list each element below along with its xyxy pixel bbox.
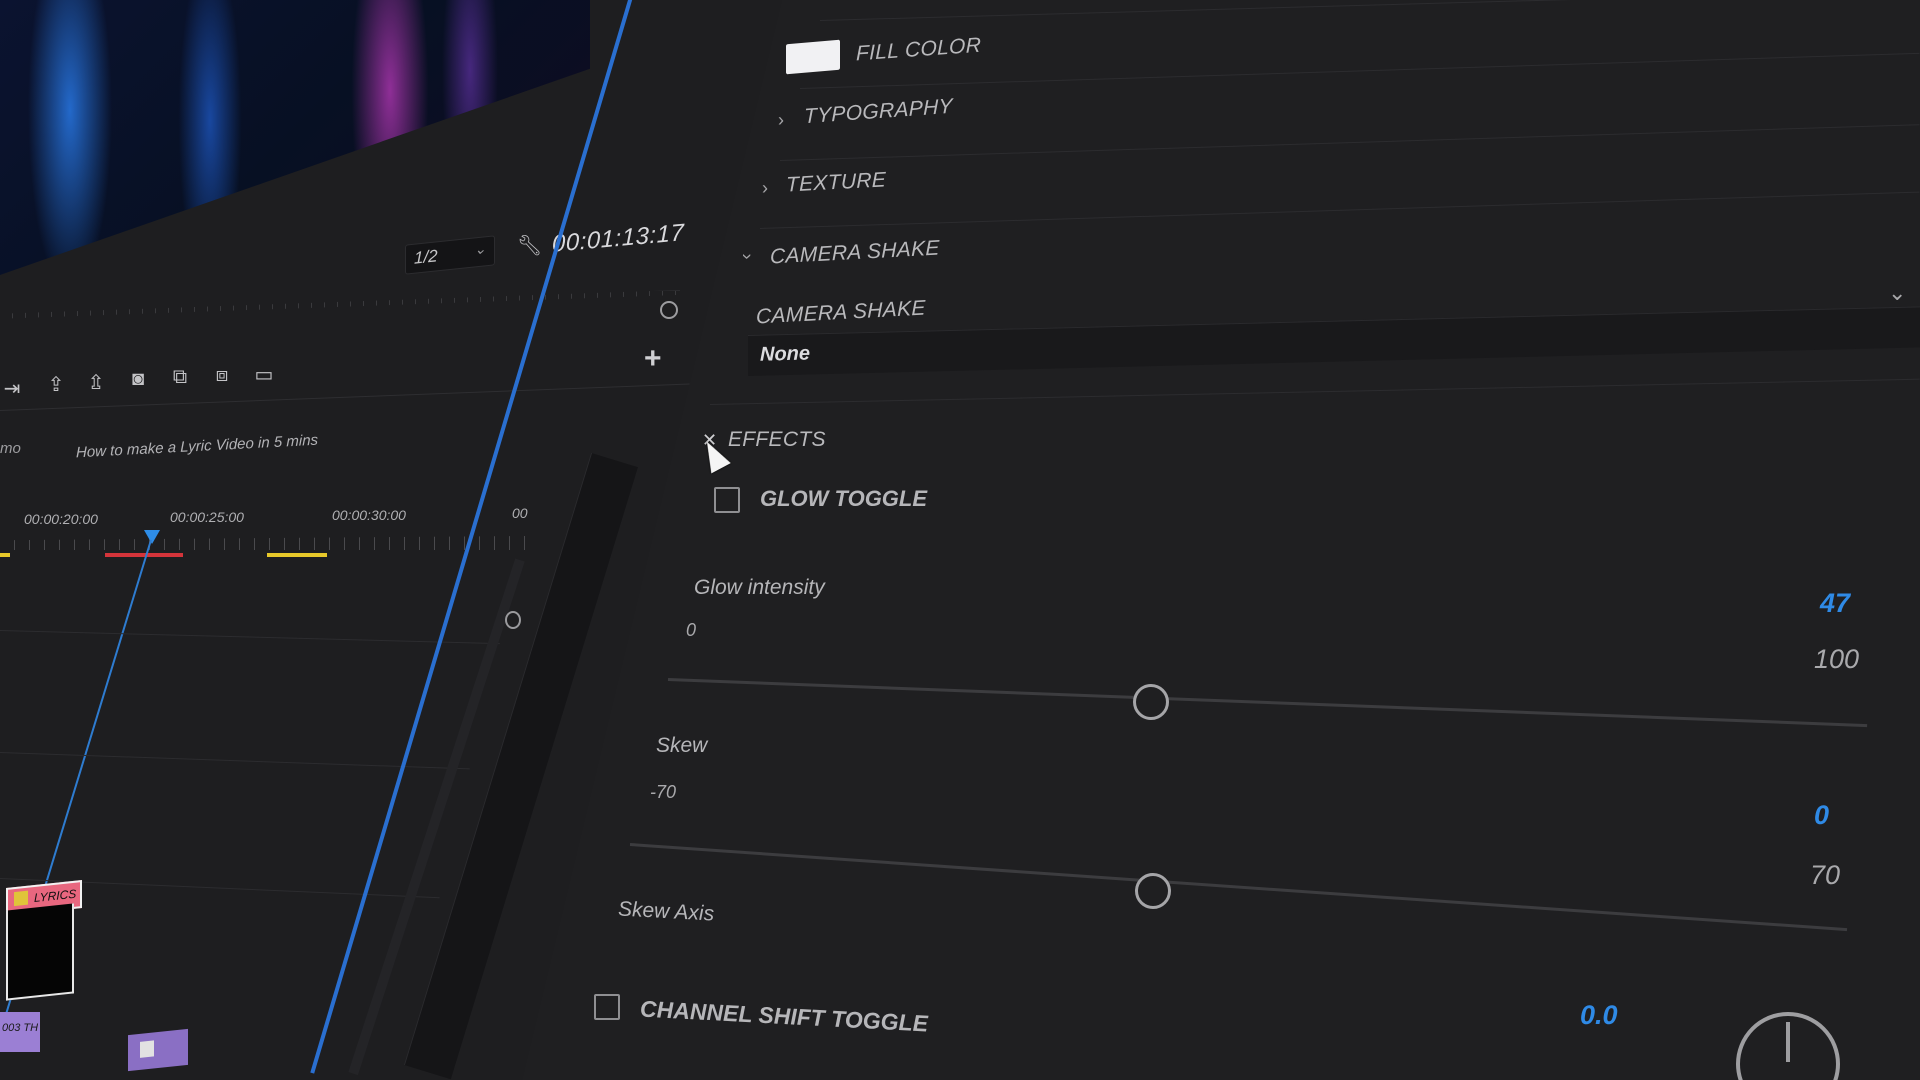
channel-shift-toggle-label: CHANNEL SHIFT TOGGLE: [640, 995, 928, 1037]
camera-shake-dropdown-label: CAMERA SHAKE: [756, 296, 926, 329]
skew-max: 70: [1810, 860, 1841, 890]
program-monitor-video: [0, 0, 590, 275]
glow-intensity-min: 0: [686, 620, 697, 640]
ruler-label: 00:00:20:00: [24, 511, 98, 527]
skew-slider-knob[interactable]: [1135, 873, 1171, 909]
monitor-transport-toolbar: ⇥ ⇪ ⇫ ◙ ⧉ ⧈ ▭: [0, 364, 300, 402]
fill-color-label: FILL COLOR: [856, 33, 982, 66]
clip-label: LYRICS: [34, 886, 77, 906]
scrollbar-handle[interactable]: [505, 611, 521, 629]
section-divider: [779, 124, 1920, 161]
camera-shake-dropdown-value: None: [760, 342, 810, 366]
chevron-right-icon[interactable]: ›: [762, 178, 768, 199]
dial-needle: [1786, 1022, 1790, 1062]
ruler-label: 00:00:25:00: [170, 509, 244, 525]
render-bar-yellow: [0, 553, 10, 557]
chevron-down-icon[interactable]: ›: [737, 254, 758, 260]
wrench-icon[interactable]: 🔧︎: [517, 233, 542, 259]
track-divider: [0, 752, 470, 770]
section-divider: [819, 0, 1920, 21]
camera-icon[interactable]: ◙: [126, 368, 150, 390]
skew-value[interactable]: 0: [1814, 800, 1829, 831]
section-camera-shake[interactable]: CAMERA SHAKE: [770, 237, 940, 270]
section-texture[interactable]: TEXTURE: [786, 168, 886, 197]
zoom-level-select[interactable]: 1/2 ⌄: [405, 235, 495, 275]
fx-badge-icon: [14, 890, 28, 907]
section-divider: [709, 378, 1920, 405]
section-divider: [759, 191, 1920, 229]
insert-icon[interactable]: ⧉: [168, 366, 192, 388]
ruler-label: 00:00:30:00: [332, 507, 406, 523]
scrub-end-handle[interactable]: [660, 301, 678, 319]
glow-intensity-max: 100: [1814, 644, 1860, 674]
overwrite-icon[interactable]: ⧈: [210, 364, 234, 386]
skew-slider-track[interactable]: [629, 843, 1848, 932]
timeline-clip-audio[interactable]: 003 TH: [0, 1012, 40, 1052]
monitor-scrub-ruler[interactable]: [0, 290, 680, 319]
ruler-label: 00: [512, 505, 528, 521]
glow-toggle-checkbox[interactable]: [714, 487, 740, 513]
step-forward-icon[interactable]: ⇥: [0, 376, 24, 400]
chevron-right-icon[interactable]: ›: [778, 110, 784, 131]
sequence-title[interactable]: How to make a Lyric Video in 5 mins: [76, 432, 318, 462]
glow-toggle-label: GLOW TOGGLE: [760, 486, 928, 511]
skew-label: Skew: [656, 734, 708, 757]
timeline-clip-video[interactable]: [128, 1028, 188, 1072]
app-window: 1/2 ⌄ 🔧︎ 00:01:13:17 + ⇥ ⇪ ⇫ ◙ ⧉ ⧈ ▭ mo …: [0, 0, 1920, 1080]
lift-icon[interactable]: ⇪: [44, 372, 68, 396]
skew-min: -70: [650, 782, 677, 802]
fill-color-swatch[interactable]: [786, 39, 840, 75]
glow-intensity-value[interactable]: 47: [1820, 588, 1850, 619]
extract-icon[interactable]: ⇫: [84, 370, 108, 394]
channel-shift-toggle-checkbox[interactable]: [594, 994, 620, 1020]
track-divider: [0, 630, 500, 645]
skew-axis-label: Skew Axis: [618, 897, 715, 926]
clip-label: 003 TH: [2, 1022, 39, 1034]
timeline-clip-thumbnail[interactable]: [6, 903, 74, 1001]
sequence-tab[interactable]: mo: [0, 440, 21, 457]
timeline-ticks: [0, 536, 530, 550]
glow-intensity-slider-knob[interactable]: [1133, 684, 1169, 720]
playhead-marker[interactable]: [144, 530, 160, 544]
channel-shift-value[interactable]: 0.0: [1580, 1000, 1618, 1031]
add-button-icon[interactable]: +: [644, 342, 662, 376]
clip-thumbnail-icon: [140, 1040, 154, 1058]
render-bar-yellow: [267, 553, 327, 557]
section-typography[interactable]: TYPOGRAPHY: [804, 95, 953, 129]
timeline-ruler[interactable]: 00:00:20:00 00:00:25:00 00:00:30:00 00: [0, 505, 540, 535]
zoom-level-value: 1/2: [414, 246, 438, 268]
program-timecode[interactable]: 00:01:13:17: [552, 219, 684, 259]
export-frame-icon[interactable]: ▭: [252, 362, 276, 386]
section-effects[interactable]: EFFECTS: [728, 428, 826, 452]
chevron-down-icon: ⌄: [474, 240, 486, 258]
angle-dial[interactable]: [1736, 1012, 1840, 1080]
glow-intensity-label: Glow intensity: [694, 576, 825, 599]
chevron-down-icon[interactable]: ⌄: [1888, 280, 1906, 306]
glow-intensity-slider-track[interactable]: [667, 678, 1868, 728]
